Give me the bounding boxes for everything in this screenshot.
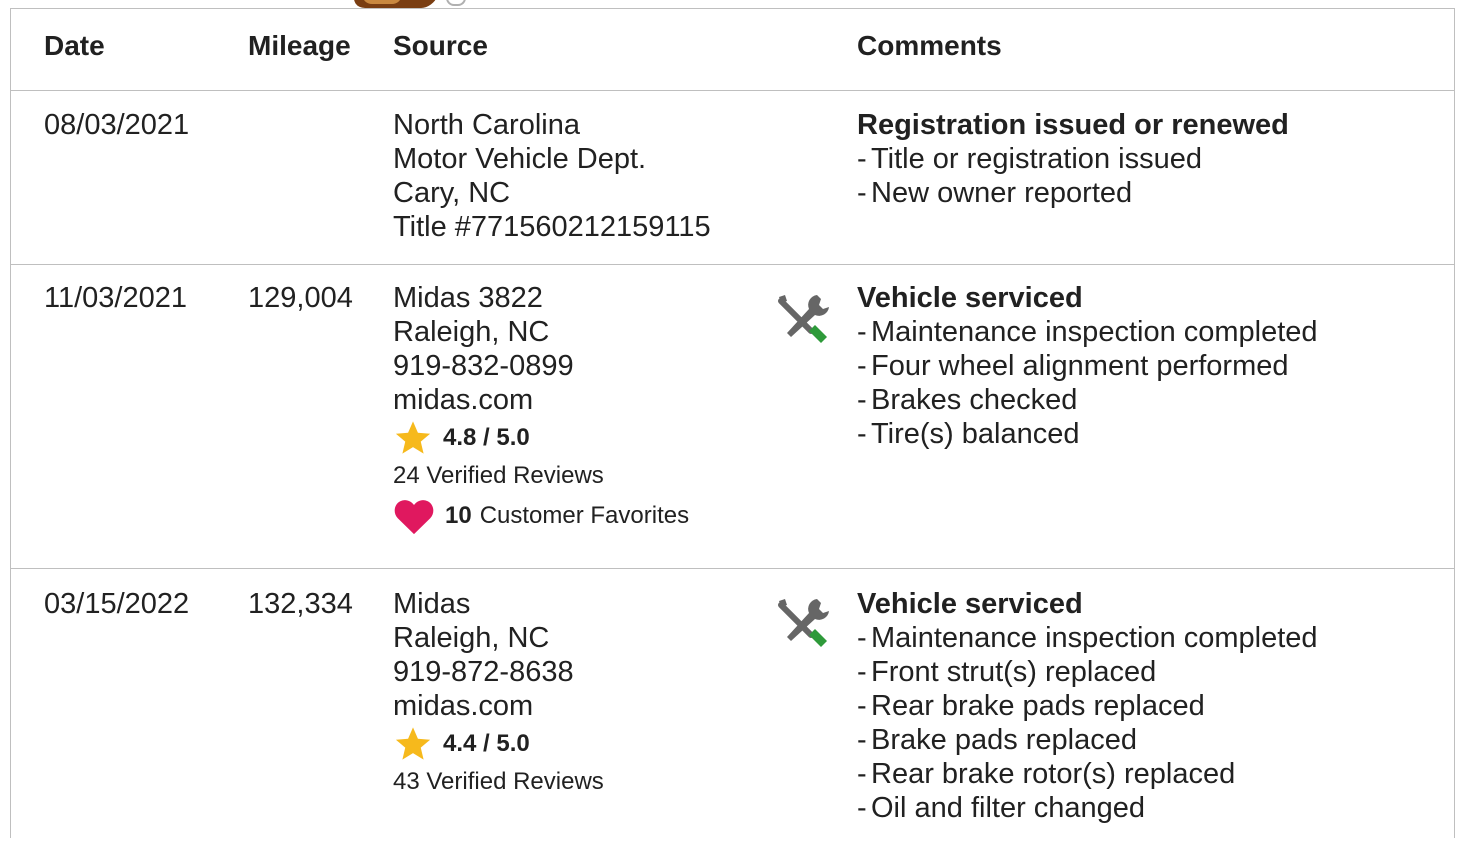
table-row: 08/03/2021 North Carolina Motor Vehicle … <box>11 91 1454 265</box>
comment-title: Vehicle serviced <box>857 282 1083 314</box>
source-line: Raleigh, NC <box>393 622 550 654</box>
source-line: North Carolina <box>393 109 580 141</box>
shop-website-link[interactable]: midas.com <box>393 689 604 723</box>
row-date: 11/03/2021 <box>44 282 187 314</box>
comment-item: - Rear brake rotor(s) replaced <box>857 758 1236 790</box>
comment-item: - Tire(s) balanced <box>857 418 1080 450</box>
table-row: 03/15/2022 132,334 Midas Raleigh, NC 919… <box>11 569 1454 849</box>
row-source: Midas Raleigh, NC 919-872-8638 midas.com… <box>393 587 604 801</box>
comment-item: - New owner reported <box>857 177 1133 209</box>
header-mileage: Mileage <box>248 30 351 61</box>
source-line: Title #771560212159115 <box>393 211 711 243</box>
comment-item: - Maintenance inspection completed <box>857 622 1318 654</box>
star-icon <box>395 421 431 454</box>
source-line: Midas 3822 <box>393 282 543 314</box>
table-row: 11/03/2021 129,004 Midas 3822 Raleigh, N… <box>11 265 1454 569</box>
source-line: 919-872-8638 <box>393 656 574 688</box>
comment-item: - Maintenance inspection completed <box>857 316 1318 348</box>
row-date: 08/03/2021 <box>44 109 190 141</box>
shop-rating: 4.4 / 5.0 <box>393 725 604 763</box>
reviews-link[interactable]: 43 Verified Reviews <box>393 763 604 801</box>
vehicle-history-table: Date Mileage Source Comments 08/03/2021 … <box>10 8 1455 838</box>
header-source: Source <box>393 30 488 61</box>
comment-title: Registration issued or renewed <box>857 109 1289 141</box>
source-line: 919-832-0899 <box>393 350 574 382</box>
comment-item: - Four wheel alignment performed <box>857 350 1289 382</box>
row-mileage: 129,004 <box>248 282 353 314</box>
favorites-count: 10 <box>445 502 472 529</box>
reviews-link[interactable]: 24 Verified Reviews <box>393 457 689 495</box>
header-comments: Comments <box>857 30 1002 61</box>
comment-item: - Brakes checked <box>857 384 1078 416</box>
comment-item: - Oil and filter changed <box>857 792 1146 824</box>
comment-item: - Title or registration issued <box>857 143 1202 175</box>
favorites-label: Customer Favorites <box>479 502 690 529</box>
table-header: Date Mileage Source Comments <box>11 9 1454 91</box>
row-comments: Vehicle serviced - Maintenance inspection… <box>857 587 1318 825</box>
rating-value: 4.8 / 5.0 <box>443 424 530 451</box>
header-date: Date <box>44 30 105 61</box>
shop-rating: 4.8 / 5.0 <box>393 419 689 457</box>
row-mileage: 132,334 <box>248 588 353 620</box>
star-icon <box>395 727 431 760</box>
logo-fragment-mark <box>446 0 466 6</box>
comment-item: - Front strut(s) replaced <box>857 656 1157 688</box>
comment-title: Vehicle serviced <box>857 588 1083 620</box>
row-date: 03/15/2022 <box>44 588 190 620</box>
shop-website-link[interactable]: midas.com <box>393 383 689 417</box>
row-comments: Registration issued or renewed - Title or… <box>857 108 1289 210</box>
customer-favorites: 10 Customer Favorites <box>393 497 689 535</box>
row-source: Midas 3822 Raleigh, NC 919-832-0899 mida… <box>393 281 689 535</box>
row-comments: Vehicle serviced - Maintenance inspection… <box>857 281 1318 451</box>
source-line: Cary, NC <box>393 177 511 209</box>
wrench-screwdriver-icon <box>778 599 829 647</box>
source-line: Midas <box>393 588 471 620</box>
rating-value: 4.4 / 5.0 <box>443 730 530 757</box>
row-source: North Carolina Motor Vehicle Dept. Cary,… <box>393 108 711 244</box>
wrench-screwdriver-icon <box>778 295 829 343</box>
comment-item: - Brake pads replaced <box>857 724 1137 756</box>
source-line: Motor Vehicle Dept. <box>393 143 647 175</box>
source-line: Raleigh, NC <box>393 316 550 348</box>
heart-icon <box>394 500 434 535</box>
comment-item: - Rear brake pads replaced <box>857 690 1205 722</box>
